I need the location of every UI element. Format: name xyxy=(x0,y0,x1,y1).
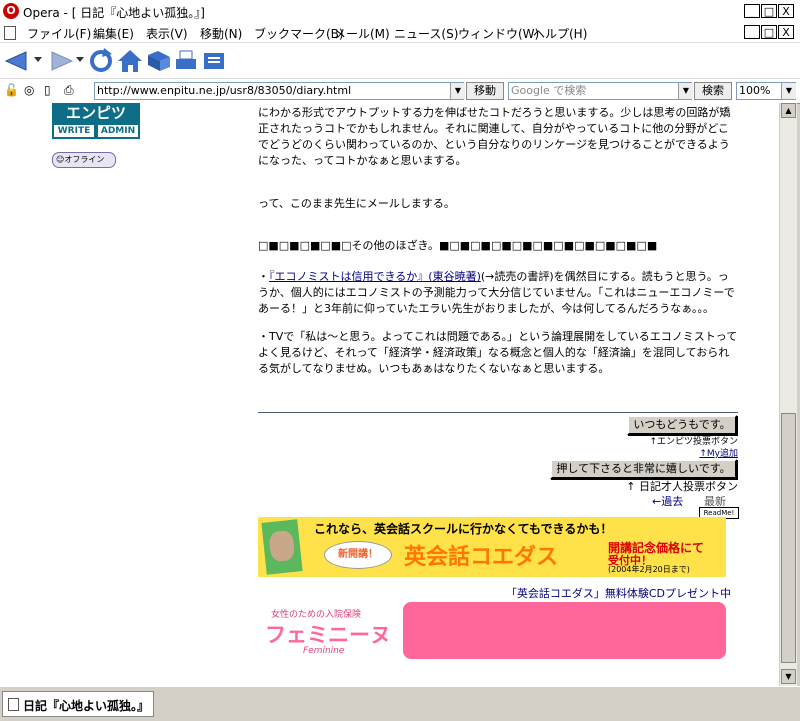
opera-logo-icon: O xyxy=(3,3,19,19)
minimize-button[interactable]: _ xyxy=(744,4,760,18)
print-icon[interactable] xyxy=(174,49,198,73)
maximize-button[interactable]: □ xyxy=(761,4,777,18)
search-dropdown-icon[interactable]: ▼ xyxy=(678,83,693,99)
menu-view[interactable]: 表示(V) xyxy=(146,25,188,42)
logo-write-link[interactable]: WRITE xyxy=(54,125,94,137)
search-input[interactable]: Google で検索 xyxy=(508,82,692,100)
page-content: エンピツ WRITE ADMIN ☺オフライン にわかる形式でアウトプットする力… xyxy=(0,103,779,686)
url-dropdown-icon[interactable]: ▼ xyxy=(450,83,465,99)
privacy-icon[interactable]: ◎ xyxy=(24,83,34,97)
article-paragraph-1: にわかる形式でアウトプットする力を伸ばせたコトだろうと思いまする。少しは思考の回… xyxy=(258,106,731,167)
transfer-icon[interactable] xyxy=(202,49,226,73)
bullet: ・ xyxy=(258,270,269,283)
scroll-down-icon[interactable]: ▼ xyxy=(781,669,796,684)
article-paragraph-3: ・『エコノミストは信用できるか』(東谷暁著)(→読売の書評)を偶然目にする。読も… xyxy=(258,269,738,317)
mdi-restore-button[interactable]: □ xyxy=(761,25,777,39)
tab-bar: 日記『心地よい孤独。』 xyxy=(0,686,800,721)
menu-navigate[interactable]: 移動(N) xyxy=(200,25,242,42)
section-heading: □■□■□■□■□その他のほざき。■□■□■□■□■□■□■□■□■□■□■ xyxy=(258,239,658,252)
nikki-saijin-vote-button[interactable]: 押して下さると非常に嬉しいです。 xyxy=(550,459,737,479)
logo-admin-link[interactable]: ADMIN xyxy=(98,125,138,137)
url-input[interactable]: http://www.enpitu.ne.jp/usr8/83050/diary… xyxy=(94,82,464,100)
scroll-up-icon[interactable]: ▲ xyxy=(781,103,796,118)
security-lock-icon[interactable]: 🔓 xyxy=(4,83,19,97)
article-paragraph-4: ・TVで「私は～と思う。よってこれは問題である。」という論理展開をしているエコノ… xyxy=(258,330,738,375)
ad-headline: これなら、英会話スクールに行かなくてもできるかも！ xyxy=(314,522,613,536)
tab-label: 日記『心地よい孤独。』 xyxy=(23,699,150,713)
forward-icon[interactable] xyxy=(48,50,78,72)
vertical-scrollbar[interactable]: ▲ ▼ xyxy=(779,103,797,686)
forward-history-icon[interactable] xyxy=(76,55,84,63)
menu-news[interactable]: ニュース(S) xyxy=(394,25,458,42)
eikaiwa-ad-caption-link[interactable]: 「英会話コエダス」無料体験CDプレゼント中 xyxy=(478,585,731,601)
logo-title: エンピツ xyxy=(65,104,126,122)
close-button[interactable]: X xyxy=(778,4,794,18)
prev-link[interactable]: ←過去 xyxy=(652,493,683,509)
menu-edit[interactable]: 編集(E) xyxy=(93,25,134,42)
article-divider xyxy=(258,412,738,413)
page-tab[interactable]: 日記『心地よい孤独。』 xyxy=(2,691,154,717)
toolbar xyxy=(0,42,800,79)
menu-file[interactable]: ファイル(F) xyxy=(27,25,91,42)
window-title: Opera - [ 日記『心地よい孤独。』] xyxy=(23,6,205,20)
print-preview-icon[interactable]: ⎙ xyxy=(64,83,74,98)
ad-brand: 英会話コエダス xyxy=(404,545,559,570)
title-bar: O Opera - [ 日記『心地よい孤独。』] _ □ X xyxy=(0,0,800,23)
feminine-ad-panel[interactable] xyxy=(403,602,726,659)
feminine-brand-en: Feminine xyxy=(303,646,345,656)
eikaiwa-ad-banner[interactable]: これなら、英会話スクールに行かなくてもできるかも！ 新開講！ 英会話コエダス 開… xyxy=(258,517,726,577)
page-icon xyxy=(4,26,16,40)
my-add-link[interactable]: ↑My追加 xyxy=(660,446,738,459)
ad-new-badge: 新開講！ xyxy=(324,541,392,569)
bookmarks-icon[interactable] xyxy=(146,49,172,73)
search-button[interactable]: 検索 xyxy=(694,82,732,100)
ad-price-date: (2004年2月20日まで) xyxy=(608,565,690,574)
ad-cd-graphic xyxy=(261,519,303,575)
offline-badge[interactable]: ☺オフライン xyxy=(52,152,116,168)
tab-page-icon xyxy=(8,698,19,711)
offline-label: オフライン xyxy=(64,155,105,164)
feminine-brand: フェミニーヌ xyxy=(265,623,391,647)
menu-bar: ファイル(F) 編集(E) 表示(V) 移動(N) ブックマーク(B) メール(… xyxy=(0,22,800,42)
back-icon[interactable] xyxy=(4,50,34,72)
ad-face-graphic xyxy=(268,529,296,563)
menu-window[interactable]: ウィンドウ(W) xyxy=(458,25,539,42)
back-history-icon[interactable] xyxy=(34,55,42,63)
feminine-ad[interactable]: 女性のための入院保険 フェミニーヌ Feminine xyxy=(265,603,395,661)
nikki-saijin-vote-note: ↑ 日記才人投票ボタン xyxy=(626,480,738,493)
menu-bookmarks[interactable]: ブックマーク(B) xyxy=(254,25,344,42)
enpitu-vote-button[interactable]: いつもどうもです。 xyxy=(627,415,737,435)
mdi-minimize-button[interactable]: _ xyxy=(744,25,760,39)
mdi-close-button[interactable]: X xyxy=(778,25,794,39)
enpitu-logo[interactable]: エンピツ WRITE ADMIN xyxy=(52,103,140,139)
page-info-icon[interactable]: ▯ xyxy=(44,83,51,97)
scroll-thumb[interactable] xyxy=(781,413,796,663)
menu-mail[interactable]: メール(M) xyxy=(334,25,390,42)
menu-help[interactable]: ヘルプ(H) xyxy=(533,25,587,42)
book-link[interactable]: 『エコノミストは信用できるか』(東谷暁著) xyxy=(269,270,481,283)
address-bar: 🔓 ◎ ▯ ⎙ http://www.enpitu.ne.jp/usr8/830… xyxy=(0,78,800,104)
home-icon[interactable] xyxy=(116,48,144,74)
article-paragraph-2: って、このまま先生にメールしまする。 xyxy=(258,197,455,210)
zoom-dropdown-icon[interactable]: ▼ xyxy=(781,83,796,99)
reload-icon[interactable] xyxy=(88,48,114,74)
go-button[interactable]: 移動 xyxy=(466,82,504,100)
